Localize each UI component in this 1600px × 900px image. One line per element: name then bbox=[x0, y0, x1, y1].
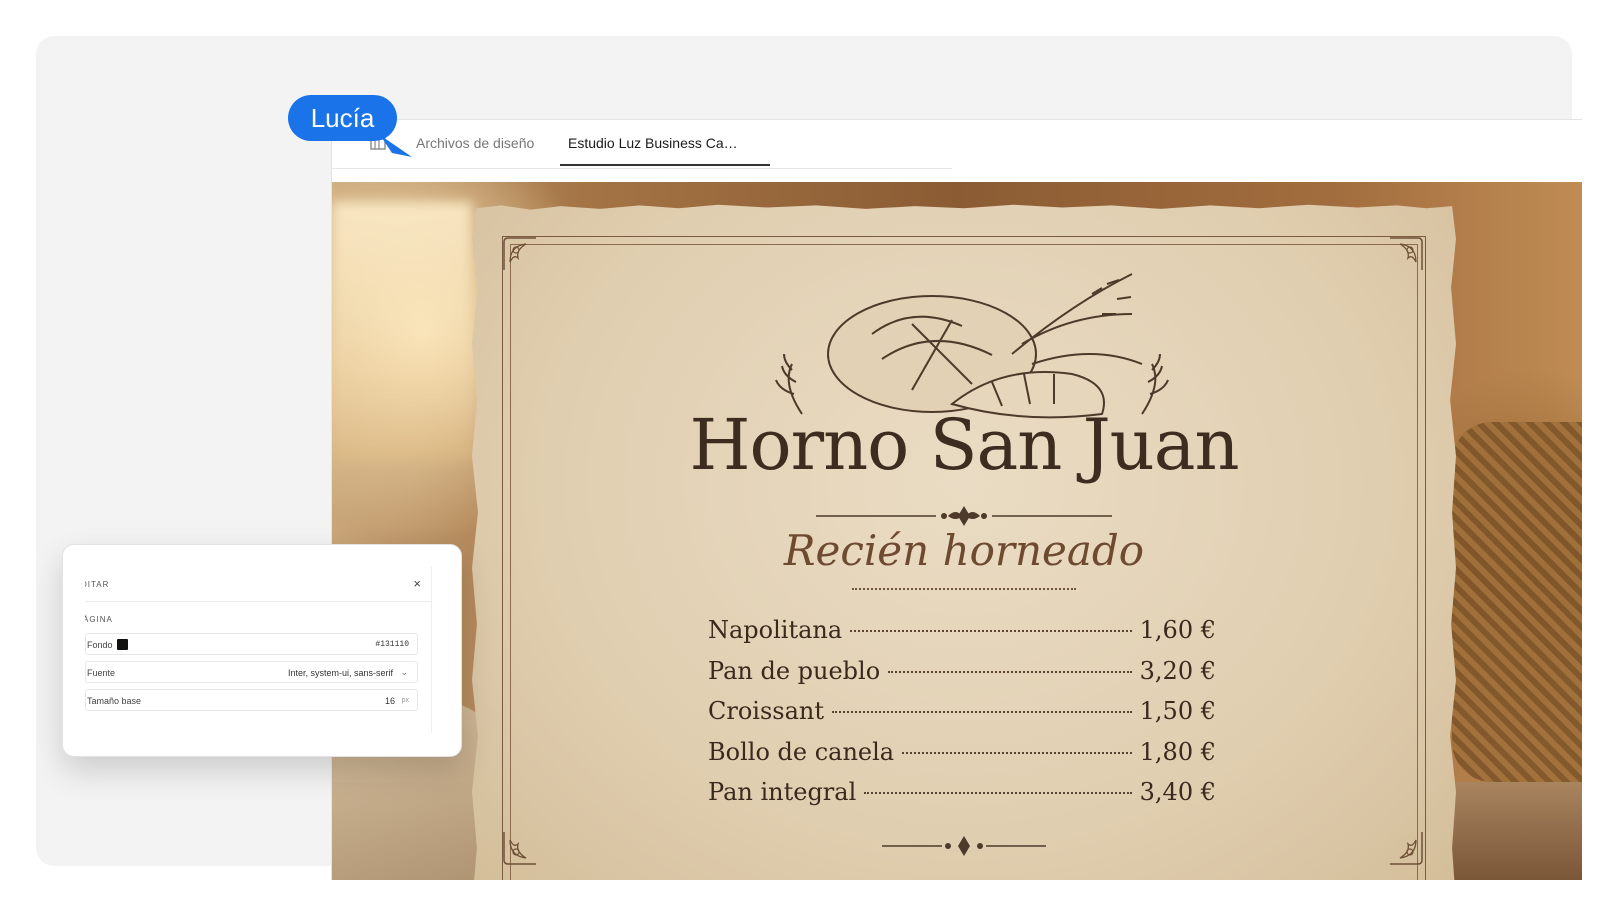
dot-leader bbox=[850, 630, 1132, 632]
bottom-ornament-icon bbox=[882, 836, 1046, 856]
item-price: 1,60 € bbox=[1139, 616, 1216, 644]
color-swatch[interactable] bbox=[117, 639, 128, 650]
divider-ornament-icon bbox=[816, 506, 1112, 526]
corner-ornament-icon bbox=[1390, 832, 1423, 865]
font-select[interactable]: Fuente Inter, system-ui, sans-serif ⌄ bbox=[85, 661, 418, 683]
item-price: 3,20 € bbox=[1139, 656, 1216, 685]
item-name: Pan de pueblo bbox=[708, 656, 881, 685]
menu-card[interactable]: Horno San Juan Recién horneado Napolitan… bbox=[472, 204, 1456, 880]
background-color-field[interactable]: Fondo #131110 bbox=[85, 633, 418, 655]
field-value[interactable]: Inter, system-ui, sans-serif bbox=[288, 668, 393, 678]
edit-panel: DITAR × ÁGINA Fondo #131110 Fuente Inter… bbox=[62, 544, 462, 757]
cursor-pointer-icon bbox=[380, 135, 412, 157]
tab-design-files[interactable]: Archivos de diseño bbox=[416, 120, 534, 166]
field-label: Fondo bbox=[87, 640, 113, 650]
corner-ornament-icon bbox=[503, 832, 536, 865]
item-price: 3,40 € bbox=[1139, 778, 1216, 806]
background-window-light bbox=[332, 202, 472, 462]
field-value[interactable]: 16 bbox=[385, 696, 395, 706]
list-item[interactable]: Pan de pueblo 3,20 € bbox=[708, 657, 1216, 698]
subtitle-dotted-rule bbox=[852, 588, 1076, 590]
list-item[interactable]: Pan integral 3,40 € bbox=[708, 778, 1216, 819]
item-name: Bollo de canela bbox=[708, 737, 895, 766]
field-label: Tamaño base bbox=[87, 696, 142, 706]
list-item[interactable]: Napolitana 1,60 € bbox=[708, 616, 1216, 657]
item-price: 1,50 € bbox=[1139, 697, 1216, 725]
panel-title: DITAR bbox=[85, 580, 110, 589]
item-name: Pan integral bbox=[708, 778, 857, 806]
design-canvas[interactable]: Horno San Juan Recién horneado Napolitan… bbox=[332, 182, 1582, 880]
corner-ornament-icon bbox=[503, 237, 536, 270]
edit-panel-content: DITAR × ÁGINA Fondo #131110 Fuente Inter… bbox=[85, 567, 432, 733]
field-value[interactable]: #131110 bbox=[375, 640, 409, 649]
section-label-page: ÁGINA bbox=[85, 615, 113, 624]
dot-leader bbox=[864, 792, 1132, 794]
panel-header: DITAR × bbox=[85, 567, 431, 602]
list-item[interactable]: Croissant 1,50 € bbox=[708, 697, 1216, 738]
tab-business-card[interactable]: Estudio Luz Business Ca… bbox=[560, 120, 770, 166]
background-basket bbox=[1452, 422, 1582, 782]
bread-illustration-icon bbox=[775, 273, 1169, 419]
item-name: Croissant bbox=[708, 697, 825, 725]
chevron-down-icon[interactable]: ⌄ bbox=[400, 667, 408, 678]
editor-window: Archivos de diseño Estudio Luz Business … bbox=[331, 119, 1582, 880]
unit-label: px bbox=[401, 697, 409, 704]
base-size-field[interactable]: Tamaño base 16 px bbox=[85, 689, 418, 711]
field-label: Fuente bbox=[87, 668, 116, 678]
price-list: Napolitana 1,60 € Pan de pueblo 3,20 € C… bbox=[708, 616, 1216, 819]
dot-leader bbox=[832, 711, 1132, 713]
dot-leader bbox=[888, 670, 1132, 673]
dot-leader bbox=[902, 751, 1132, 754]
item-name: Napolitana bbox=[708, 616, 843, 644]
corner-ornament-icon bbox=[1390, 237, 1423, 270]
menu-subtitle[interactable]: Recién horneado bbox=[472, 526, 1456, 575]
menu-title[interactable]: Horno San Juan bbox=[472, 404, 1456, 486]
tab-bar: Archivos de diseño Estudio Luz Business … bbox=[332, 120, 952, 169]
item-price: 1,80 € bbox=[1139, 737, 1216, 766]
list-item[interactable]: Bollo de canela 1,80 € bbox=[708, 738, 1216, 779]
close-icon[interactable]: × bbox=[413, 576, 421, 591]
